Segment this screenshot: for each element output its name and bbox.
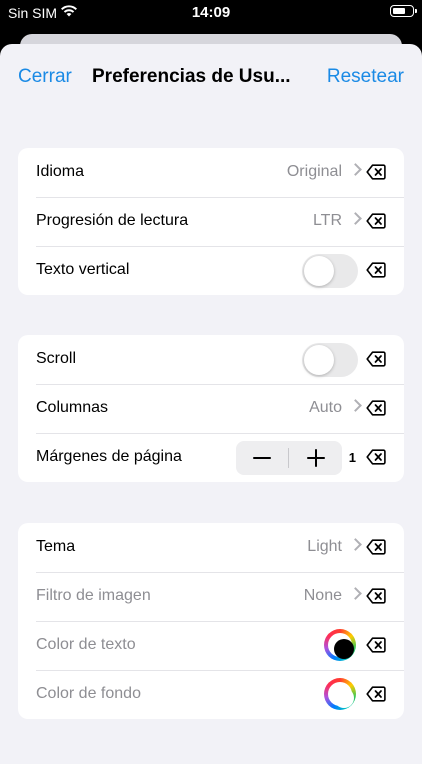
- setting-value: Auto: [309, 399, 342, 416]
- clock: 14:09: [191, 4, 231, 21]
- color-dot: [334, 639, 354, 659]
- delete-left-icon[interactable]: [366, 449, 386, 465]
- setting-label: Color de texto: [36, 636, 136, 653]
- setting-label: Scroll: [36, 350, 77, 367]
- setting-label: Color de fondo: [36, 685, 141, 702]
- chevron-right-icon: [349, 538, 362, 551]
- setting-label: Márgenes de página: [36, 448, 182, 465]
- setting-value: None: [303, 587, 342, 604]
- color-dot: [334, 688, 354, 708]
- plus-icon-vertical: [315, 449, 318, 467]
- setting-label: Columnas: [36, 399, 109, 416]
- delete-left-icon[interactable]: [366, 213, 386, 229]
- page-title: Preferencias de Usu...: [92, 66, 291, 87]
- setting-label: Tema: [36, 538, 76, 555]
- chevron-right-icon: [349, 212, 362, 225]
- setting-value: Original: [286, 163, 342, 180]
- setting-row-tema[interactable]: Tema Light: [18, 523, 404, 572]
- setting-row-color-texto: Color de texto: [18, 621, 404, 670]
- setting-row-filtro-imagen[interactable]: Filtro de imagen None: [18, 572, 404, 621]
- setting-value: Light: [307, 538, 342, 555]
- setting-label: Texto vertical: [36, 261, 130, 278]
- background-color-picker[interactable]: [324, 678, 356, 710]
- setting-row-progresion[interactable]: Progresión de lectura LTR: [18, 197, 404, 246]
- scroll-toggle[interactable]: [302, 343, 358, 377]
- setting-row-columnas[interactable]: Columnas Auto: [18, 384, 404, 433]
- settings-group-layout: Scroll Columnas Auto Márgenes de página …: [18, 335, 404, 482]
- chevron-right-icon: [349, 587, 362, 600]
- setting-row-texto-vertical: Texto vertical: [18, 246, 404, 295]
- margin-stepper: [236, 441, 342, 475]
- chevron-right-icon: [349, 399, 362, 412]
- stepper-divider: [288, 448, 289, 468]
- nav-bar: Cerrar Preferencias de Usu... Resetear: [0, 44, 422, 110]
- settings-group-reading: Idioma Original Progresión de lectura LT…: [18, 148, 404, 295]
- delete-left-icon[interactable]: [366, 164, 386, 180]
- chevron-right-icon: [349, 163, 362, 176]
- text-color-picker[interactable]: [324, 629, 356, 661]
- delete-left-icon[interactable]: [366, 400, 386, 416]
- setting-row-margenes: Márgenes de página 1: [18, 433, 404, 482]
- delete-left-icon[interactable]: [366, 351, 386, 367]
- decrement-button[interactable]: [236, 441, 288, 475]
- delete-left-icon[interactable]: [366, 588, 386, 604]
- toggle-knob: [304, 345, 334, 375]
- vertical-text-toggle[interactable]: [302, 254, 358, 288]
- settings-group-appearance: Tema Light Filtro de imagen None Color d…: [18, 523, 404, 719]
- setting-row-idioma[interactable]: Idioma Original: [18, 148, 404, 197]
- delete-left-icon[interactable]: [366, 637, 386, 653]
- setting-label: Filtro de imagen: [36, 587, 151, 604]
- setting-label: Progresión de lectura: [36, 212, 189, 229]
- stepper-value: 1: [348, 450, 356, 465]
- toggle-knob: [304, 256, 334, 286]
- delete-left-icon[interactable]: [366, 262, 386, 278]
- setting-row-scroll: Scroll: [18, 335, 404, 384]
- swatch-inner: [328, 682, 354, 708]
- delete-left-icon[interactable]: [366, 686, 386, 702]
- setting-label: Idioma: [36, 163, 85, 180]
- status-bar: Sin SIM 14:09: [0, 0, 422, 28]
- close-button[interactable]: Cerrar: [18, 66, 72, 88]
- battery-icon: [390, 5, 417, 17]
- delete-left-icon[interactable]: [366, 539, 386, 555]
- setting-value: LTR: [312, 212, 342, 229]
- reset-button[interactable]: Resetear: [327, 66, 404, 88]
- minus-icon: [253, 457, 271, 460]
- preferences-sheet: Cerrar Preferencias de Usu... Resetear I…: [0, 44, 422, 764]
- swatch-inner: [328, 633, 354, 659]
- increment-button[interactable]: [290, 441, 342, 475]
- setting-row-color-fondo: Color de fondo: [18, 670, 404, 719]
